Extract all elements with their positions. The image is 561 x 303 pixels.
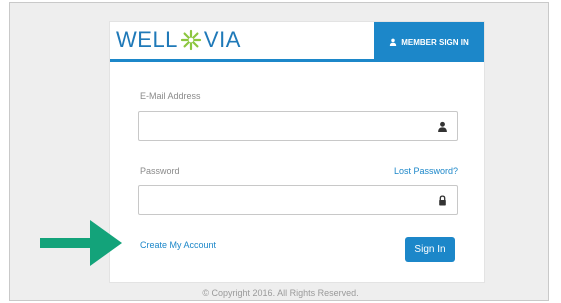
- password-field[interactable]: [138, 185, 458, 215]
- card-header: WELL VIA MEMBER SIGN IN: [110, 22, 484, 62]
- email-field[interactable]: [138, 111, 458, 141]
- lock-icon: [439, 195, 446, 206]
- email-label: E-Mail Address: [140, 91, 201, 101]
- logo-text-right: VIA: [203, 27, 241, 52]
- flower-logo-icon: [180, 29, 202, 51]
- password-input[interactable]: [145, 187, 429, 215]
- lost-password-link[interactable]: Lost Password?: [394, 166, 458, 176]
- email-input[interactable]: [145, 113, 429, 141]
- sign-in-button[interactable]: Sign In: [405, 237, 455, 262]
- member-signin-label: MEMBER SIGN IN: [401, 37, 469, 47]
- member-signin-tab[interactable]: MEMBER SIGN IN: [374, 22, 484, 62]
- user-icon: [438, 121, 447, 132]
- create-account-link[interactable]: Create My Account: [140, 240, 216, 250]
- copyright-text: © Copyright 2016. All Rights Reserved.: [202, 288, 359, 298]
- password-label: Password: [140, 166, 180, 176]
- user-icon: [390, 38, 397, 46]
- green-arrow-icon: [40, 220, 122, 266]
- wellvia-logo: WELL VIA: [116, 27, 241, 53]
- logo-text-left: WELL: [116, 27, 178, 52]
- login-card: WELL VIA MEMBER SIGN IN E-Mail Address P…: [109, 21, 485, 283]
